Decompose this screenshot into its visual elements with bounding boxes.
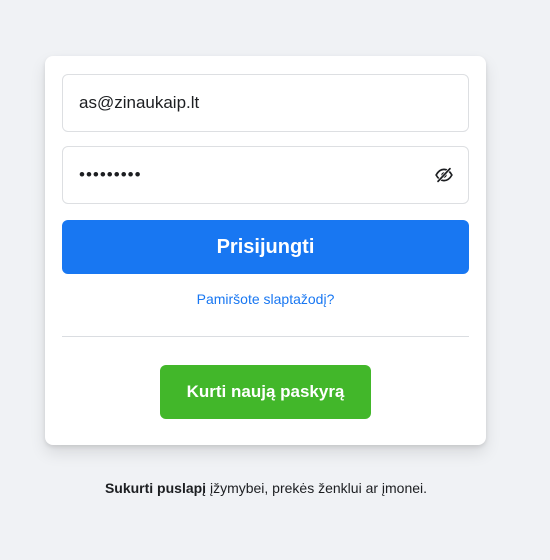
email-field-wrapper: [62, 74, 469, 132]
login-page: Prisijungti Pamiršote slaptažodį? Kurti …: [0, 0, 550, 560]
login-button[interactable]: Prisijungti: [62, 220, 469, 274]
divider: [62, 336, 469, 337]
login-card: Prisijungti Pamiršote slaptažodį? Kurti …: [45, 56, 486, 445]
email-input[interactable]: [63, 75, 468, 131]
create-page-link[interactable]: Sukurti puslapį: [105, 480, 206, 496]
eye-off-icon[interactable]: [434, 165, 454, 185]
create-page-promo: Sukurti puslapį įžymybei, prekės ženklui…: [0, 480, 532, 496]
forgot-password-link[interactable]: Pamiršote slaptažodį?: [45, 291, 486, 307]
password-input[interactable]: [63, 147, 468, 203]
password-field-wrapper: [62, 146, 469, 204]
create-account-button[interactable]: Kurti naują paskyrą: [160, 365, 371, 419]
create-page-description: įžymybei, prekės ženklui ar įmonei.: [206, 480, 428, 496]
